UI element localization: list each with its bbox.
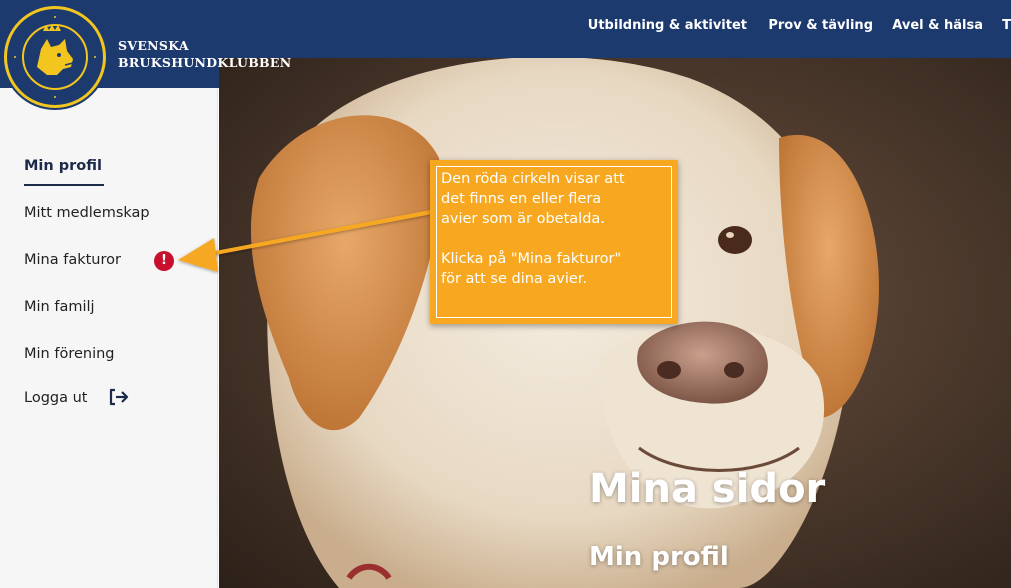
hero-title: Mina sidor [589,466,826,512]
brand-line-2: BRUKSHUNDKLUBBEN [118,55,292,70]
callout-text: Den röda cirkeln visar att det finns en … [441,171,625,287]
brand-line-1: SVENSKA [118,38,189,53]
logout-icon[interactable] [108,388,130,406]
sidebar-item-min-forening[interactable]: Min förening [24,346,115,362]
nav-item-truncated[interactable]: T [1002,18,1011,33]
annotation-arrow-icon [178,210,432,272]
nav-avel-halsa[interactable]: Avel & hälsa [892,18,983,33]
dog-emblem-icon [14,16,96,98]
nav-prov-tavling[interactable]: Prov & tävling [768,18,873,33]
sidebar-item-min-profil[interactable]: Min profil [24,158,102,174]
sidebar-item-mina-fakturor[interactable]: Mina fakturor [24,252,121,268]
nav-utbildning-aktivitet[interactable]: Utbildning & aktivitet [588,18,747,33]
club-logo[interactable] [4,6,106,108]
hero-subtitle: Min profil [589,542,729,572]
active-item-underline [24,184,104,186]
sidebar-item-logga-ut[interactable]: Logga ut [24,390,87,406]
sidebar-item-mitt-medlemskap[interactable]: Mitt medlemskap [24,205,150,221]
sidebar-item-min-familj[interactable]: Min familj [24,299,95,315]
brand-name[interactable]: SVENSKA BRUKSHUNDKLUBBEN [118,37,291,71]
annotation-callout: Den röda cirkeln visar att det finns en … [430,160,678,324]
